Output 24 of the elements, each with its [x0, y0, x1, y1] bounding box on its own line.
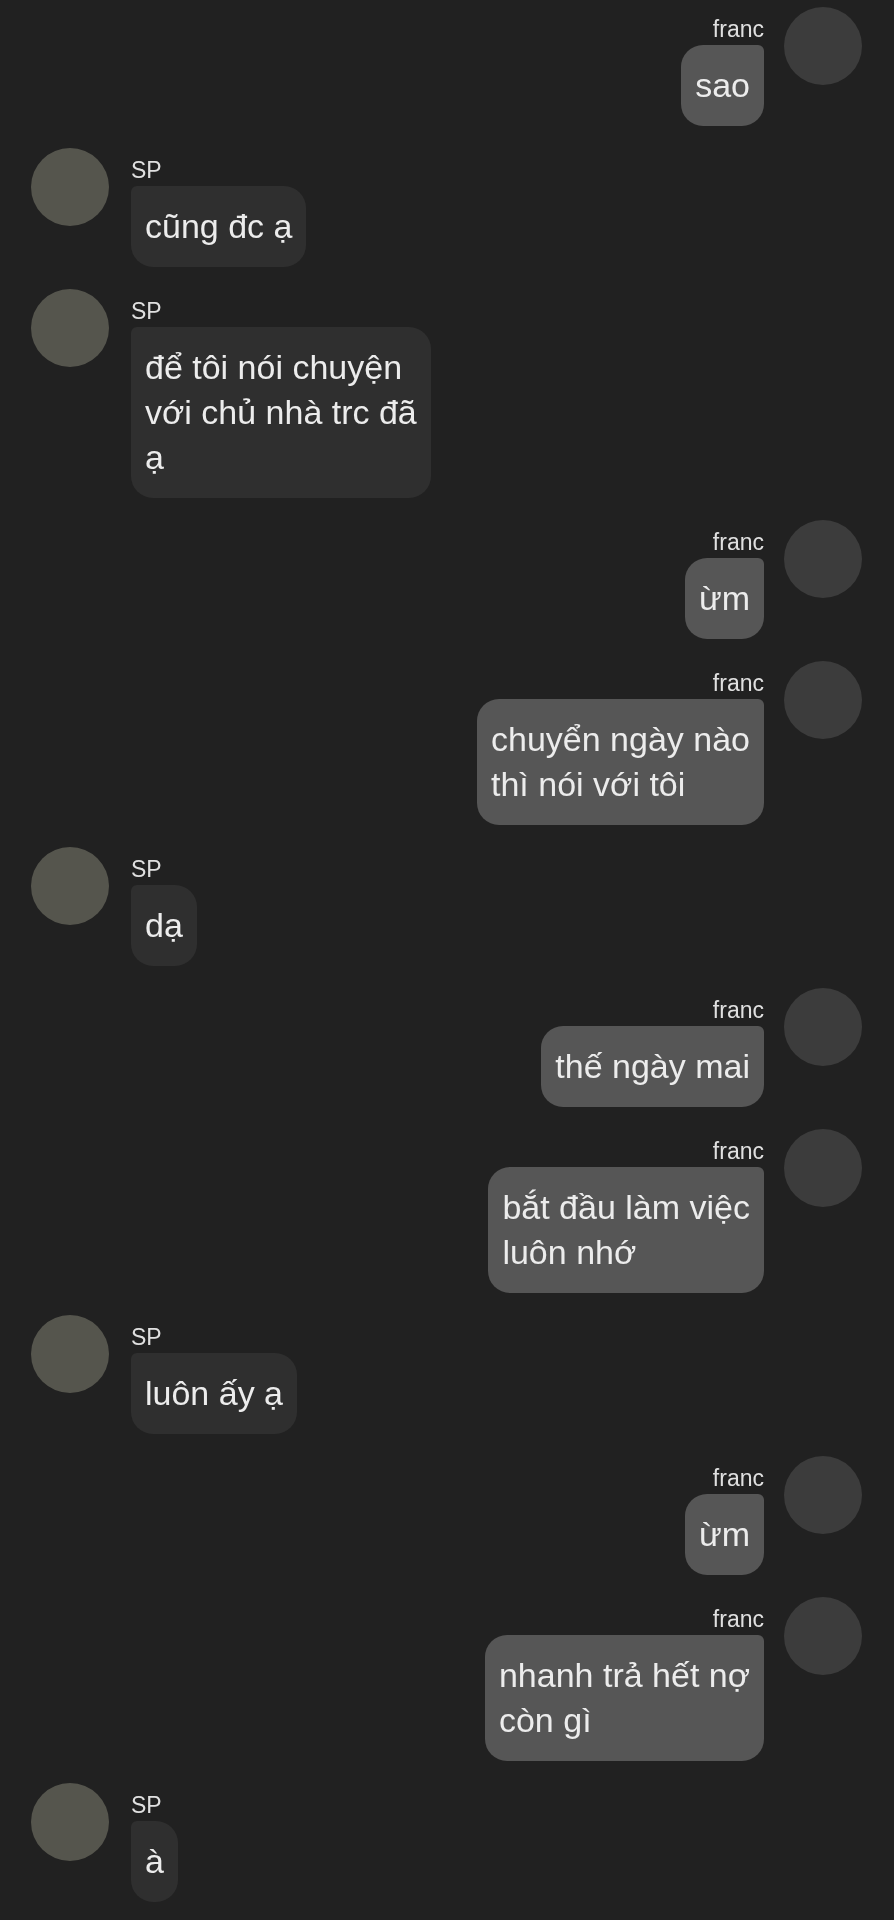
message-bubble: cũng đc ạ	[131, 186, 307, 267]
message-bubble: bắt đầu làm việc luôn nhớ	[488, 1167, 764, 1293]
sender-name: franc	[712, 1137, 764, 1165]
message-bubble: nhanh trả hết nợ còn gì	[484, 1635, 764, 1761]
message-bubble: ừm	[684, 1494, 764, 1575]
message-bubble: à	[131, 1821, 178, 1902]
message-bubble: luôn ấy ạ	[131, 1353, 297, 1434]
sender-name: SP	[131, 1323, 162, 1351]
sender-name: franc	[712, 15, 764, 43]
sender-name: SP	[131, 297, 162, 325]
sender-name: SP	[131, 855, 162, 883]
message-bubble: ừm	[684, 558, 764, 639]
message-bubble: thế ngày mai	[541, 1026, 764, 1107]
message-bubble: để tôi nói chuyện với chủ nhà trc đã ạ	[131, 327, 431, 498]
sender-name: franc	[712, 1464, 764, 1492]
message-bubble: dạ	[131, 885, 197, 966]
message-bubble: sao	[681, 45, 764, 126]
sender-name: SP	[131, 156, 162, 184]
sender-name: franc	[712, 1605, 764, 1633]
sender-name: franc	[712, 669, 764, 697]
sender-name: franc	[712, 528, 764, 556]
sender-name: SP	[131, 1791, 162, 1819]
sender-name: franc	[712, 996, 764, 1024]
message-bubble: chuyển ngày nào thì nói với tôi	[477, 699, 764, 825]
